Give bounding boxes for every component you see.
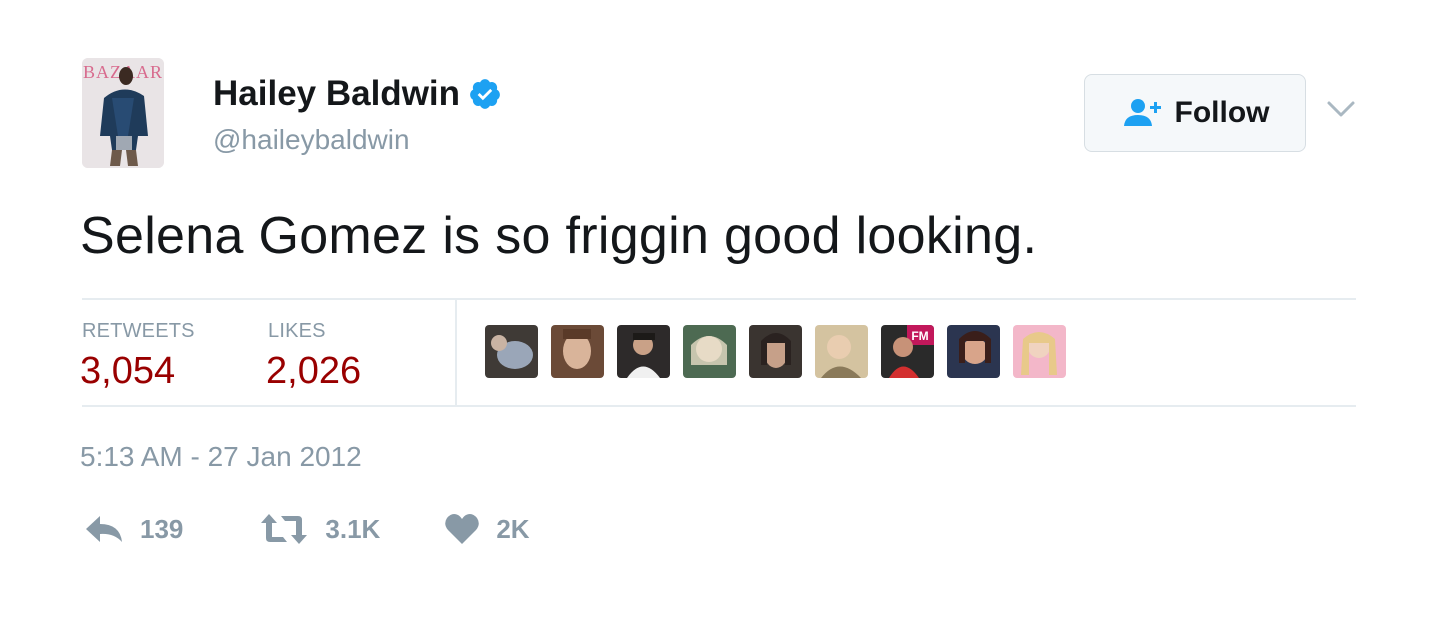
liker-avatar-icon	[617, 325, 670, 378]
like-button[interactable]: 2K	[444, 512, 530, 546]
liker-avatar-icon	[485, 325, 538, 378]
like-count: 2K	[496, 513, 530, 544]
likes-label[interactable]: LIKES	[268, 320, 326, 343]
reply-button[interactable]: 139	[84, 512, 183, 546]
retweet-icon	[261, 514, 308, 544]
tweet-text: Selena Gomez is so friggin good looking.	[80, 207, 1038, 265]
liker-avatar[interactable]	[617, 325, 670, 378]
liker-avatar-icon	[749, 325, 802, 378]
divider-top	[82, 298, 1356, 300]
liker-avatar-icon: FM	[881, 325, 934, 378]
reply-icon	[86, 516, 122, 542]
liker-avatar-icon	[683, 325, 736, 378]
liker-avatar-icon	[947, 325, 1000, 378]
liker-avatar[interactable]	[1013, 325, 1066, 378]
liker-avatar[interactable]	[485, 325, 538, 378]
liker-avatar-icon	[551, 325, 604, 378]
liker-avatar[interactable]	[551, 325, 604, 378]
liker-avatar[interactable]	[683, 325, 736, 378]
stats-divider	[455, 300, 457, 406]
verified-badge-icon	[470, 79, 500, 109]
follow-label: Follow	[1174, 96, 1270, 129]
follow-button[interactable]: Follow	[1084, 74, 1306, 152]
liker-avatar[interactable]	[947, 325, 1000, 378]
reply-count: 139	[140, 513, 184, 544]
user-handle[interactable]: @haileybaldwin	[213, 124, 410, 156]
tweet-timestamp[interactable]: 5:13 AM - 27 Jan 2012	[80, 441, 362, 473]
display-name-text[interactable]: Hailey Baldwin	[213, 74, 460, 114]
add-user-icon	[1123, 99, 1161, 126]
svg-text:FM: FM	[911, 329, 928, 343]
divider-bottom	[82, 405, 1356, 407]
liker-avatar[interactable]	[749, 325, 802, 378]
retweet-button[interactable]: 3.1K	[259, 512, 380, 546]
liker-avatar[interactable]	[815, 325, 868, 378]
avatar[interactable]: BAZAAR	[82, 58, 164, 168]
tweet-actions: 139 3.1K 2K	[84, 512, 530, 546]
liker-avatar-icon	[1013, 325, 1066, 378]
likers-list: FM	[485, 325, 1066, 378]
heart-icon	[445, 514, 480, 544]
chevron-down-icon[interactable]	[1324, 98, 1358, 122]
retweet-count: 3.1K	[325, 513, 381, 544]
retweets-value[interactable]: 3,054	[80, 350, 175, 393]
display-name[interactable]: Hailey Baldwin	[213, 74, 502, 114]
liker-avatar-icon	[815, 325, 868, 378]
retweets-label[interactable]: RETWEETS	[82, 320, 195, 343]
likes-value[interactable]: 2,026	[266, 350, 361, 393]
liker-avatar[interactable]: FM	[881, 325, 934, 378]
magazine-cover-avatar: BAZAAR	[82, 58, 164, 168]
